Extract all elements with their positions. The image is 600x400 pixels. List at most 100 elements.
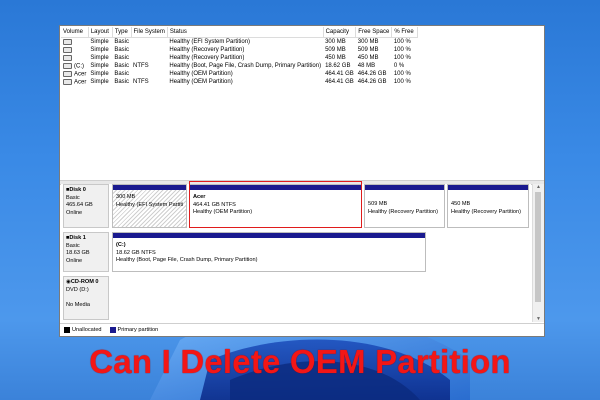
column-header[interactable]: File System <box>131 27 168 38</box>
volume-table-body: Simple Basic Healthy (EFI System Partition… <box>61 38 418 87</box>
table-row[interactable]: Simple Basic Healthy (Recovery Partition) 4… <box>61 54 418 62</box>
legend-primary: Primary partition <box>109 327 158 333</box>
cell-type: Basic <box>114 71 130 77</box>
disk-1-size: 18.63 GB <box>66 250 90 257</box>
cell-status: Healthy (Recovery Partition) <box>169 55 245 61</box>
cell-capacity: 18.62 GB <box>325 63 351 69</box>
cell-free: 48 MB <box>357 63 376 69</box>
cell-layout: Simple <box>90 47 109 53</box>
disk-0-row: ■Disk 0 Basic 465.64 GB Online 300 MB He… <box>61 181 531 228</box>
partition-recovery-1[interactable]: 509 MB Healthy (Recovery Partition) <box>364 184 445 228</box>
cell-pct: 100 % <box>393 79 411 85</box>
column-header[interactable]: Free Space <box>355 27 393 38</box>
disk-1-label[interactable]: ■Disk 1 Basic 18.63 GB Online <box>63 232 109 272</box>
scrollbar-thumb[interactable] <box>535 192 541 302</box>
table-row[interactable]: Acer Simple Basic NTFS Healthy (OEM Partitio… <box>61 78 418 86</box>
volume-icon <box>63 54 72 61</box>
scroll-up-arrow-icon[interactable]: ▲ <box>535 184 542 190</box>
table-row[interactable]: (C:) Simple Basic NTFS Healthy (Boot, Page F… <box>61 62 418 70</box>
cell-layout: Simple <box>90 71 109 77</box>
disk-0-size: 465.64 GB <box>66 202 93 209</box>
disk-0-label[interactable]: ■Disk 0 Basic 465.64 GB Online <box>63 184 109 228</box>
cell-status: Healthy (Recovery Partition) <box>169 47 245 53</box>
table-row[interactable]: Simple Basic Healthy (EFI System Partition… <box>61 38 418 47</box>
cell-capacity: 509 MB <box>325 47 346 53</box>
table-row[interactable]: Acer Simple Basic Healthy (OEM Partition) 46… <box>61 70 418 78</box>
cell-volume: Acer <box>74 79 87 86</box>
cell-pct: 100 % <box>393 47 411 53</box>
cell-fs: NTFS <box>133 79 149 85</box>
cell-type: Basic <box>114 55 130 61</box>
cell-type: Basic <box>114 79 130 85</box>
cell-fs <box>131 70 167 78</box>
partition-efi[interactable]: 300 MB Healthy (EFI System Partiti <box>112 184 187 228</box>
cell-free: 509 MB <box>357 47 379 53</box>
cell-layout: Simple <box>90 79 109 85</box>
partition-recovery-2[interactable]: 450 MB Healthy (Recovery Partition) <box>447 184 529 228</box>
cell-pct: 100 % <box>393 39 411 45</box>
graphical-disk-view: ■Disk 0 Basic 465.64 GB Online 300 MB He… <box>61 181 531 322</box>
unallocated-swatch <box>64 327 70 333</box>
disk-0-kind: Basic <box>66 194 80 201</box>
cell-pct: 0 % <box>393 63 405 69</box>
volume-list: Volume Layout Type File System Status Capacit… <box>61 27 543 180</box>
cell-status: Healthy (Boot, Page File, Crash Dump, Pr… <box>169 63 322 69</box>
partition-c-drive[interactable]: (C:) 18.62 GB NTFS Healthy (Boot, Page F… <box>112 232 426 272</box>
cdrom-0-state: No Media <box>66 301 90 308</box>
disk-1-state: Online <box>66 257 83 264</box>
vertical-scrollbar[interactable]: ▲ ▼ <box>532 184 544 322</box>
primary-swatch <box>109 327 116 333</box>
column-header[interactable]: Status <box>167 27 324 38</box>
table-row[interactable]: Simple Basic Healthy (Recovery Partition) 5… <box>61 46 418 54</box>
oem-partition-highlight <box>189 181 362 228</box>
cell-capacity: 464.41 GB <box>325 71 354 77</box>
cell-status: Healthy (OEM Partition) <box>169 79 233 85</box>
cdrom-0-kind: DVD (D:) <box>66 286 89 293</box>
scroll-down-arrow-icon[interactable]: ▼ <box>535 316 542 322</box>
cdrom-0-row: ◉CD-ROM 0 DVD (D:) No Media <box>61 276 531 320</box>
cell-status: Healthy (EFI System Partition) <box>169 39 251 45</box>
cell-fs <box>131 54 167 62</box>
cell-fs: NTFS <box>133 63 149 69</box>
volume-icon <box>63 46 72 53</box>
column-header[interactable]: Type <box>112 27 132 38</box>
cdrom-0-label[interactable]: ◉CD-ROM 0 DVD (D:) No Media <box>63 276 109 320</box>
volume-icon <box>63 70 72 77</box>
disk-1-kind: Basic <box>66 242 80 249</box>
cell-volume: Acer <box>74 71 87 78</box>
volume-icon <box>63 62 72 69</box>
column-header[interactable]: Volume <box>61 27 89 38</box>
disk-1-row: ■Disk 1 Basic 18.63 GB Online (C:) 18.62… <box>61 232 531 272</box>
cell-capacity: 450 MB <box>325 55 346 61</box>
volume-icon <box>63 38 72 45</box>
cell-type: Basic <box>114 39 130 45</box>
cell-fs <box>131 46 167 54</box>
cell-fs <box>131 38 167 47</box>
cell-volume: (C:) <box>74 63 84 70</box>
cell-status: Healthy (OEM Partition) <box>169 71 233 77</box>
headline-text: Can I Delete OEM Partition <box>89 343 511 380</box>
column-header[interactable]: Layout <box>88 27 113 38</box>
legend-unallocated: Unallocated <box>64 327 102 333</box>
disk-0-state: Online <box>66 209 83 216</box>
column-header[interactable]: Capacity <box>323 27 357 38</box>
disk-management-window: Volume Layout Type File System Status Capacit… <box>59 25 545 337</box>
cell-capacity: 300 MB <box>325 39 346 45</box>
column-header[interactable]: % Free <box>391 27 419 38</box>
cell-type: Basic <box>114 63 130 69</box>
cell-pct: 100 % <box>393 55 411 61</box>
cell-free: 464.26 GB <box>357 71 387 77</box>
cell-pct: 100 % <box>393 71 411 77</box>
cell-free: 464.26 GB <box>357 79 387 85</box>
volume-table: Volume Layout Type File System Status Capacit… <box>61 27 419 87</box>
cell-free: 450 MB <box>357 55 379 61</box>
legend-bar: Unallocated Primary partition <box>60 323 544 336</box>
volume-table-header: Volume Layout Type File System Status Capacit… <box>61 27 419 38</box>
cell-layout: Simple <box>90 55 109 61</box>
cell-type: Basic <box>114 47 130 53</box>
cell-free: 300 MB <box>357 39 379 45</box>
volume-icon <box>63 78 72 85</box>
cell-capacity: 464.41 GB <box>325 79 354 85</box>
cell-layout: Simple <box>90 63 109 69</box>
cell-layout: Simple <box>90 39 109 45</box>
